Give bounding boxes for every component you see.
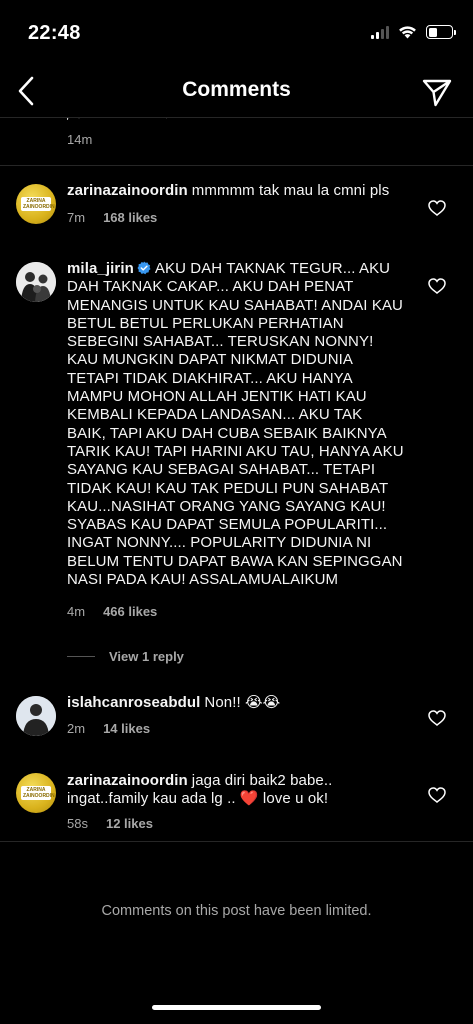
status-icons xyxy=(371,25,456,39)
heart-icon[interactable] xyxy=(428,200,446,216)
comment-meta: 4m 466 likes xyxy=(67,604,157,619)
send-icon[interactable] xyxy=(421,76,453,108)
comment-username[interactable]: islahcanroseabdul xyxy=(67,694,200,711)
comment-meta: 2m 14 likes xyxy=(67,721,150,736)
comment-likes[interactable]: 466 likes xyxy=(103,604,157,619)
wifi-icon xyxy=(399,26,416,39)
comment-time: 7m xyxy=(67,210,86,225)
view-replies-button[interactable]: View 1 reply xyxy=(67,649,184,664)
header: Comments xyxy=(0,66,473,118)
comment-username[interactable]: mila_jirin xyxy=(67,260,134,277)
comment-time: 2m xyxy=(67,721,86,736)
verified-badge-icon xyxy=(137,261,151,275)
comment-meta: 7m 168 likes xyxy=(67,210,157,225)
comment-meta: 58s 12 likes xyxy=(67,816,153,831)
view-replies-label: View 1 reply xyxy=(109,649,184,664)
comment-likes[interactable]: 168 likes xyxy=(103,210,157,225)
comment-text: zarinazainoordin jaga diri baik2 babe.. i… xyxy=(67,772,405,809)
reply-line xyxy=(67,656,95,657)
comment-content: Non!! 😭😭 xyxy=(204,694,281,711)
comment-time: 14m xyxy=(67,132,93,147)
comment-time: 58s xyxy=(67,816,88,831)
status-bar: 22:48 xyxy=(0,0,473,66)
comments-list: 14m ZARINA ZAINOORDIN zarinazainoordin mm… xyxy=(0,118,473,1024)
divider xyxy=(0,841,473,842)
avatar[interactable]: ZARINA ZAINOORDIN xyxy=(16,773,56,813)
heart-icon[interactable] xyxy=(428,278,446,294)
status-time: 22:48 xyxy=(28,22,81,44)
heart-icon[interactable] xyxy=(428,710,446,726)
divider xyxy=(0,165,473,166)
home-indicator[interactable] xyxy=(152,1005,321,1010)
avatar[interactable]: ZARINA ZAINOORDIN xyxy=(16,184,56,224)
comment-text: islahcanroseabdul Non!! 😭😭 xyxy=(67,694,405,712)
heart-icon[interactable] xyxy=(428,787,446,803)
cellular-signal-icon xyxy=(371,25,389,39)
comment-content: mmmmm tak mau la cmni pls xyxy=(191,182,390,199)
comments-limited-notice: Comments on this post have been limited. xyxy=(101,903,372,919)
comment-text: zarinazainoordin mmmmm tak mau la cmni pl… xyxy=(67,182,405,200)
comment-time: 4m xyxy=(67,604,86,619)
avatar[interactable] xyxy=(16,262,56,302)
comment-likes[interactable]: 12 likes xyxy=(106,816,153,831)
comment-content: AKU DAH TAKNAK TEGUR... AKU DAH TAKNAK C… xyxy=(67,260,404,589)
comment-text: mila_jirin AKU DAH TAKNAK TEGUR... AKU D… xyxy=(67,260,405,589)
battery-icon xyxy=(426,25,456,39)
comment-likes[interactable]: 14 likes xyxy=(103,721,150,736)
comment-username[interactable]: zarinazainoordin xyxy=(67,772,188,789)
avatar[interactable] xyxy=(16,696,56,736)
partial-comment-text xyxy=(67,118,447,120)
comment-username[interactable]: zarinazainoordin xyxy=(67,182,188,199)
page-title: Comments xyxy=(182,78,291,101)
partial-comment: 14m xyxy=(67,118,447,147)
